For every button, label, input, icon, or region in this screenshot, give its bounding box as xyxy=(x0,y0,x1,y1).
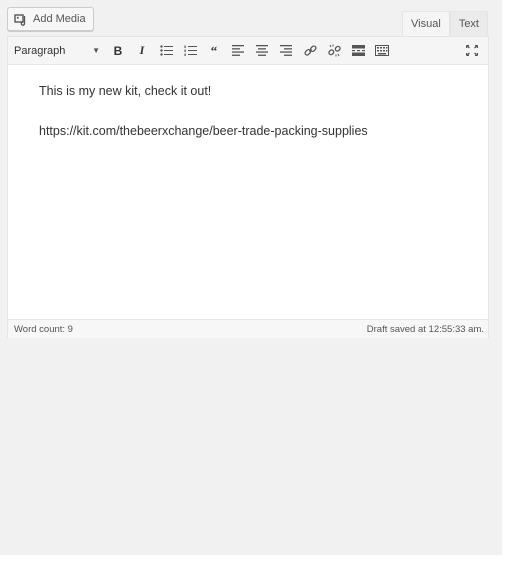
link-icon xyxy=(303,45,317,56)
numbered-list-icon xyxy=(184,45,197,56)
bold-button[interactable]: B xyxy=(108,41,128,61)
content-link-line: https://kit.com/thebeerxchange/beer-trad… xyxy=(39,124,368,138)
word-count: Word count: 9 xyxy=(14,324,73,335)
fullscreen-icon xyxy=(466,45,478,56)
tab-text[interactable]: Text xyxy=(449,11,488,37)
media-icon xyxy=(14,13,28,26)
editor-tabs: Visual Text xyxy=(402,11,488,37)
editor-toolbar: Paragraph ▼ B I “ xyxy=(8,37,488,65)
align-right-icon xyxy=(280,45,292,56)
bullet-list-button[interactable] xyxy=(156,41,176,61)
unlink-button[interactable] xyxy=(324,41,344,61)
read-more-button[interactable] xyxy=(348,41,368,61)
toolbar-toggle-button[interactable] xyxy=(372,41,392,61)
italic-button[interactable]: I xyxy=(132,41,152,61)
chevron-down-icon: ▼ xyxy=(92,46,100,55)
editor-container: Paragraph ▼ B I “ This is my new kit, ch… xyxy=(7,36,489,338)
editor-statusbar: Word count: 9 Draft saved at 12:55:33 am… xyxy=(8,319,488,338)
align-right-button[interactable] xyxy=(276,41,296,61)
align-left-icon xyxy=(232,45,244,56)
toolbar-toggle-icon xyxy=(375,45,389,56)
editor-panel: Add Media Visual Text Paragraph ▼ B I “ … xyxy=(0,0,502,555)
italic-icon: I xyxy=(139,43,145,57)
read-more-icon xyxy=(351,45,365,56)
align-center-icon xyxy=(256,45,268,56)
add-media-button[interactable]: Add Media xyxy=(7,7,94,31)
bold-icon: B xyxy=(113,43,123,58)
bullet-list-icon xyxy=(159,45,173,56)
content-line: This is my new kit, check it out! xyxy=(39,84,212,98)
blockquote-icon: “ xyxy=(210,42,218,58)
align-left-button[interactable] xyxy=(228,41,248,61)
link-button[interactable] xyxy=(300,41,320,61)
numbered-list-button[interactable] xyxy=(180,41,200,61)
unlink-icon xyxy=(327,44,341,57)
add-media-label: Add Media xyxy=(33,13,86,25)
blockquote-button[interactable]: “ xyxy=(204,41,224,61)
fullscreen-button[interactable] xyxy=(462,41,482,61)
tab-visual[interactable]: Visual xyxy=(402,11,450,37)
format-select[interactable]: Paragraph ▼ xyxy=(12,41,104,61)
editor-content-area[interactable]: This is my new kit, check it out! https:… xyxy=(8,65,488,319)
format-select-value: Paragraph xyxy=(14,44,66,57)
align-center-button[interactable] xyxy=(252,41,272,61)
draft-saved-status: Draft saved at 12:55:33 am. xyxy=(366,324,484,335)
